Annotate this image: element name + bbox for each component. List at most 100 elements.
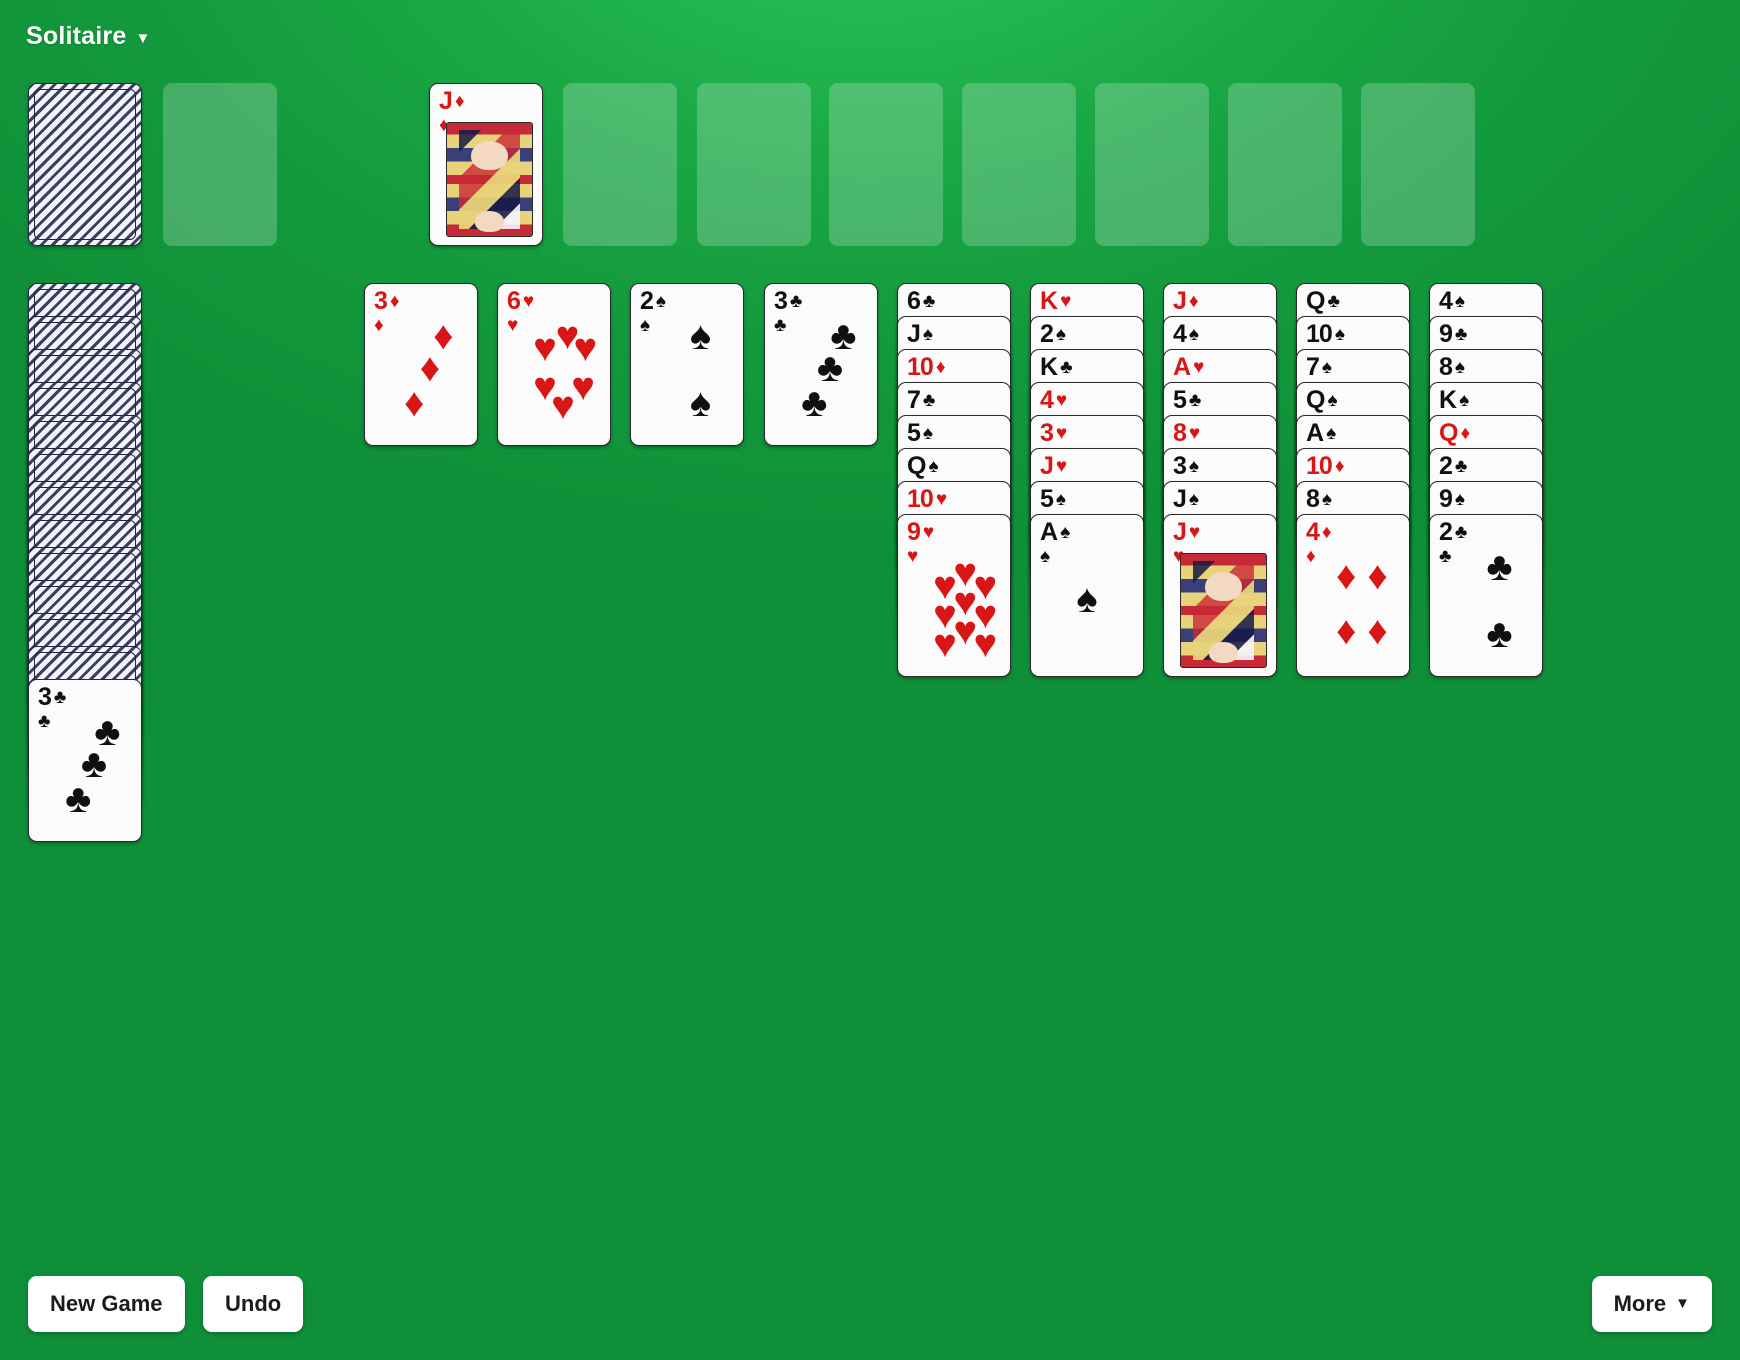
tableau-column-5[interactable]: 6 ♣ J ♠ 10 ♦ 7 ♣ 5 ♠ Q ♠ 10 ♥ 9 ♥ ♥ ♥ ♥ ♥ ♥ ♥ ♥ ♥ ♥ ♥ [897,283,1011,677]
card-suit-icon: ♠ [922,324,933,345]
card-corner-index: Q ♠ [1306,386,1338,414]
card-rank: K [1040,353,1058,381]
undo-button[interactable]: Undo [203,1276,304,1332]
card-suit-icon: ♠ [1454,357,1465,378]
card-corner-index: 2 ♣ [1439,452,1468,480]
card-corner-index: 6 ♣ [907,289,935,314]
card-corner-index: 3 ♠ [1173,454,1199,479]
card-rank: K [1040,287,1058,315]
card-rank: 8 [1173,419,1187,447]
card-suit-icon: ♥ [533,326,557,371]
card-corner-index: 9 ♠ [1439,487,1465,512]
card-suit-icon: ♠ [1326,423,1336,444]
card-pips: ♣ ♣ ♣ [765,284,877,445]
card-corner-index: 5 ♠ [907,419,933,447]
card-corner-index: 7 ♠ [1306,353,1332,381]
card-rank: 5 [1173,386,1187,414]
card-corner-index: 10 ♠ [1306,320,1345,348]
new-game-button[interactable]: New Game [28,1276,185,1332]
card-corner-index: J ♠ [907,322,933,347]
card-rank: Q [1306,386,1325,414]
card-corner-index: K ♠ [1439,388,1469,413]
card-suit-icon: ♥ [571,365,595,410]
card-corner-index: 10 ♦ [907,355,945,380]
card-suit-icon: ♦ [1188,291,1199,312]
card-suit-icon: ♥ [1188,423,1200,444]
card-rank: J [1173,287,1187,315]
tableau-card[interactable]: 4 ♦ ♦ ♦ ♦ ♦ ♦ [1296,514,1410,677]
foundation-slot-3[interactable] [697,83,811,246]
foundation-slot-2[interactable] [563,83,677,246]
card-suit-icon: ♣ [1486,612,1513,657]
card-suit-icon: ♥ [1188,522,1200,543]
tableau-column-2[interactable]: 6 ♥ ♥ ♥ ♥ ♥ ♥ ♥ ♥ [497,283,611,446]
card-rank: 9 [1439,320,1453,348]
tableau-column-6[interactable]: K ♥ 2 ♠ K ♣ 4 ♥ 3 ♥ J ♥ 5 ♠ A ♠ ♠ ♠ [1030,283,1144,677]
foundation-slot-8[interactable] [1361,83,1475,246]
card-rank: 3 [1040,419,1054,447]
card-corner-index: Q ♦ [1439,419,1470,447]
tableau-card[interactable]: 3 ♦ ♦ ♦ ♦ ♦ [364,283,478,446]
card-rank: J [1173,518,1187,546]
tableau-column-3[interactable]: 2 ♠ ♠ ♠ ♠ [630,283,744,446]
foundation-slot-0[interactable] [163,83,277,246]
foundation-slot-7[interactable] [1228,83,1342,246]
card-suit-icon: ♠ [928,456,938,477]
card-rank: 2 [1040,320,1054,348]
card-pips: ♦ ♦ ♦ ♦ [1297,515,1409,676]
tableau-column-4[interactable]: 3 ♣ ♣ ♣ ♣ ♣ [764,283,878,446]
foundation-slot-5[interactable] [962,83,1076,246]
card-corner-index: 8 ♠ [1439,355,1465,380]
card-suit-icon: ♠ [1459,390,1469,411]
tableau-card[interactable]: A ♠ ♠ ♠ [1030,514,1144,677]
card-suit-icon: ♥ [1055,390,1067,411]
foundation-card-1[interactable]: J ♦ ♦ [429,83,543,246]
tableau-card[interactable]: J ♥ ♥ [1163,514,1277,677]
card-rank: 7 [1306,353,1320,381]
card-rank: Q [1306,287,1325,315]
card-suit-icon: ♦ [1460,423,1470,444]
card-pips: ♣ ♣ [1430,515,1542,676]
card-rank: 5 [907,419,921,447]
card-pips: ♥ ♥ ♥ ♥ ♥ ♥ ♥ ♥ ♥ [898,515,1010,676]
tableau-card[interactable]: 3 ♣ ♣ ♣ ♣ ♣ [764,283,878,446]
card-suit-icon: ♥ [1193,357,1204,378]
card-rank: 2 [1439,452,1453,480]
card-corner-index: J ♦ [1173,287,1199,315]
draw-pile-top-card[interactable]: 3 ♣ ♣ ♣ ♣ ♣ [28,679,142,842]
tableau-column-1[interactable]: 3 ♦ ♦ ♦ ♦ ♦ [364,283,478,446]
card-suit-icon: ♥ [1055,456,1067,477]
card-corner-index: 10 ♥ [907,487,947,512]
card-suit-icon: ♦ [1334,456,1345,477]
card-suit-icon: ♣ [1454,456,1468,477]
card-corner-index: 2 ♠ [1040,320,1066,348]
tableau-card[interactable]: 9 ♥ ♥ ♥ ♥ ♥ ♥ ♥ ♥ ♥ ♥ ♥ [897,514,1011,677]
stock-deck-card[interactable] [28,83,142,246]
tableau-card[interactable]: 2 ♣ ♣ ♣ ♣ [1429,514,1543,677]
card-rank: 8 [1306,485,1320,513]
tableau-column-8[interactable]: Q ♣ 10 ♠ 7 ♠ Q ♠ A ♠ 10 ♦ 8 ♠ 4 ♦ ♦ ♦ ♦ ♦ ♦ [1296,283,1410,677]
tableau-card[interactable]: 6 ♥ ♥ ♥ ♥ ♥ ♥ ♥ ♥ [497,283,611,446]
foundation-slot-4[interactable] [829,83,943,246]
app-title[interactable]: Solitaire ▼ [26,22,151,51]
card-corner-index: 5 ♠ [1040,487,1066,512]
card-pips: ♣ ♣ ♣ [29,680,141,841]
card-suit-icon: ♥ [573,326,598,371]
card-rank: 4 [1439,287,1453,315]
card-corner-index: 8 ♥ [1173,419,1200,447]
tableau-card[interactable]: 2 ♠ ♠ ♠ ♠ [630,283,744,446]
court-figure-art [446,122,533,237]
card-suit-icon: ♠ [1188,456,1199,477]
tableau-column-9[interactable]: 4 ♠ 9 ♣ 8 ♠ K ♠ Q ♦ 2 ♣ 9 ♠ 2 ♣ ♣ ♣ ♣ [1429,283,1543,677]
card-pips: ♠ ♠ [631,284,743,445]
foundation-slot-6[interactable] [1095,83,1209,246]
tableau-column-7[interactable]: J ♦ 4 ♠ A ♥ 5 ♣ 8 ♥ 3 ♠ J ♠ J ♥ ♥ [1163,283,1277,677]
card-corner-index: 4 ♠ [1439,287,1465,315]
card-rank: 10 [1306,320,1333,348]
card-corner-index: 8 ♠ [1306,485,1332,513]
card-corner-index: 4 ♥ [1040,388,1067,413]
card-suit-icon: ♦ [1367,608,1388,653]
card-suit-icon: ♣ [1454,324,1468,345]
card-rank: Q [1439,419,1458,447]
more-button[interactable]: More ▼ [1591,1276,1712,1332]
